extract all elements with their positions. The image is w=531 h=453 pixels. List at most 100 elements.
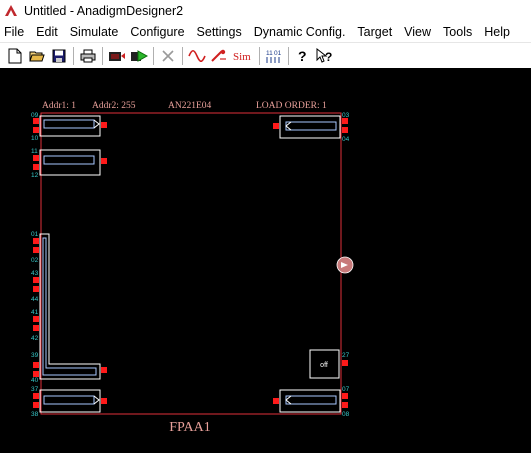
fpaa-schematic: Addr1: 1 Addr2: 255 AN221E04 LOAD ORDER:… bbox=[31, 101, 354, 435]
help-button[interactable]: ? bbox=[292, 45, 314, 67]
input-port[interactable] bbox=[273, 123, 279, 129]
menu-edit[interactable]: Edit bbox=[30, 22, 64, 42]
pad-10 bbox=[33, 127, 39, 133]
menu-settings[interactable]: Settings bbox=[191, 22, 248, 42]
pad-08 bbox=[342, 402, 348, 408]
save-button[interactable] bbox=[48, 45, 70, 67]
addr2-label: Addr2: 255 bbox=[92, 101, 136, 111]
context-help-button[interactable]: ? bbox=[314, 45, 336, 67]
pad-39 bbox=[33, 362, 39, 368]
svg-text:01: 01 bbox=[274, 50, 282, 57]
pad-44 bbox=[33, 286, 39, 292]
pin-07: 07 bbox=[342, 386, 350, 393]
io-cell-07-08[interactable]: 07 08 bbox=[273, 386, 350, 418]
pin-42: 42 bbox=[31, 335, 39, 342]
menu-dynamic-config[interactable]: Dynamic Config. bbox=[248, 22, 352, 42]
menu-tools[interactable]: Tools bbox=[437, 22, 478, 42]
signal-generator-button[interactable] bbox=[186, 45, 208, 67]
toolbar-separator bbox=[73, 46, 74, 65]
configure-icon bbox=[109, 51, 125, 61]
bitstream-icon: 11 01 bbox=[266, 50, 282, 63]
sim-icon: Sim bbox=[233, 51, 251, 63]
svg-text:?: ? bbox=[298, 48, 307, 64]
io-cell-27[interactable]: off 27 bbox=[309, 349, 350, 379]
signal-generator-icon bbox=[188, 49, 206, 62]
part-number-label: AN221E04 bbox=[168, 101, 212, 111]
sim-label: Sim bbox=[233, 51, 251, 63]
bitstream-button[interactable]: 11 01 bbox=[263, 45, 285, 67]
chip-name-label: FPAA1 bbox=[169, 420, 211, 435]
fpaa-chip-outline[interactable] bbox=[40, 112, 342, 415]
pin-08: 08 bbox=[342, 411, 350, 418]
pin-03: 03 bbox=[342, 112, 350, 119]
print-icon bbox=[80, 49, 96, 62]
pin-09: 09 bbox=[31, 112, 39, 119]
toolbar-separator bbox=[259, 46, 260, 65]
title-bar: Untitled - AnadigmDesigner2 bbox=[0, 0, 531, 22]
toolbar-separator bbox=[182, 46, 183, 65]
io-cell-37-38[interactable]: 37 38 bbox=[31, 386, 107, 418]
open-icon bbox=[29, 51, 45, 61]
probe-button[interactable] bbox=[208, 45, 230, 67]
pad-01 bbox=[33, 238, 39, 244]
output-port[interactable] bbox=[101, 367, 107, 373]
pin-41: 41 bbox=[31, 309, 39, 316]
pad-04 bbox=[342, 127, 348, 133]
io-cell-03-04[interactable]: 03 04 bbox=[273, 112, 350, 143]
output-port[interactable] bbox=[101, 122, 107, 128]
pin-44: 44 bbox=[31, 296, 39, 303]
menu-view[interactable]: View bbox=[398, 22, 437, 42]
pad-43 bbox=[33, 277, 39, 283]
menu-simulate[interactable]: Simulate bbox=[64, 22, 125, 42]
clock-indicator-icon[interactable] bbox=[336, 256, 354, 274]
load-order-label: LOAD ORDER: 1 bbox=[256, 101, 327, 111]
io-cell-01-40[interactable]: 01 02 43 44 41 42 39 40 bbox=[31, 231, 107, 384]
design-canvas[interactable]: Addr1: 1 Addr2: 255 AN221E04 LOAD ORDER:… bbox=[0, 68, 531, 453]
pad-41 bbox=[33, 316, 39, 322]
menu-help[interactable]: Help bbox=[478, 22, 516, 42]
addr1-label: Addr1: 1 bbox=[42, 101, 76, 111]
toolbar-separator bbox=[153, 46, 154, 65]
pin-43: 43 bbox=[31, 270, 39, 277]
pin-40: 40 bbox=[31, 377, 39, 384]
pin-02: 02 bbox=[31, 257, 39, 264]
window-title: Untitled - AnadigmDesigner2 bbox=[24, 4, 184, 18]
configure-button[interactable] bbox=[106, 45, 128, 67]
pin-12: 12 bbox=[31, 172, 39, 179]
pin-04: 04 bbox=[342, 136, 350, 143]
output-port[interactable] bbox=[101, 398, 107, 404]
io-cell-09-10[interactable]: 09 10 bbox=[31, 112, 107, 142]
pin-27: 27 bbox=[342, 352, 350, 359]
menu-file[interactable]: File bbox=[0, 22, 30, 42]
new-icon bbox=[8, 48, 22, 63]
simulate-run-button[interactable] bbox=[128, 45, 150, 67]
toolbar-separator bbox=[288, 46, 289, 65]
svg-text:?: ? bbox=[325, 50, 332, 64]
pad-38 bbox=[33, 402, 39, 408]
output-port[interactable] bbox=[101, 158, 107, 164]
menu-configure[interactable]: Configure bbox=[124, 22, 190, 42]
input-port[interactable] bbox=[273, 398, 279, 404]
simulate-run-icon bbox=[131, 49, 148, 62]
toolbar-separator bbox=[102, 46, 103, 65]
pin-39: 39 bbox=[31, 352, 39, 359]
help-icon: ? bbox=[298, 48, 307, 64]
io-cell-11-12[interactable]: 11 12 bbox=[31, 148, 107, 179]
sim-button[interactable]: Sim bbox=[230, 45, 256, 67]
pad-07 bbox=[342, 393, 348, 399]
pad-42 bbox=[33, 325, 39, 331]
pad-11 bbox=[33, 155, 39, 161]
pin-01: 01 bbox=[31, 231, 39, 238]
app-logo-icon bbox=[5, 5, 17, 16]
pad-12 bbox=[33, 164, 39, 170]
menu-target[interactable]: Target bbox=[351, 22, 398, 42]
new-button[interactable] bbox=[4, 45, 26, 67]
print-button[interactable] bbox=[77, 45, 99, 67]
open-button[interactable] bbox=[26, 45, 48, 67]
save-icon bbox=[52, 49, 66, 62]
delete-button[interactable] bbox=[157, 45, 179, 67]
pin-37: 37 bbox=[31, 386, 39, 393]
pin-38: 38 bbox=[31, 411, 39, 418]
pin-11: 11 bbox=[31, 148, 38, 155]
menu-bar: File Edit Simulate Configure Settings Dy… bbox=[0, 22, 531, 42]
